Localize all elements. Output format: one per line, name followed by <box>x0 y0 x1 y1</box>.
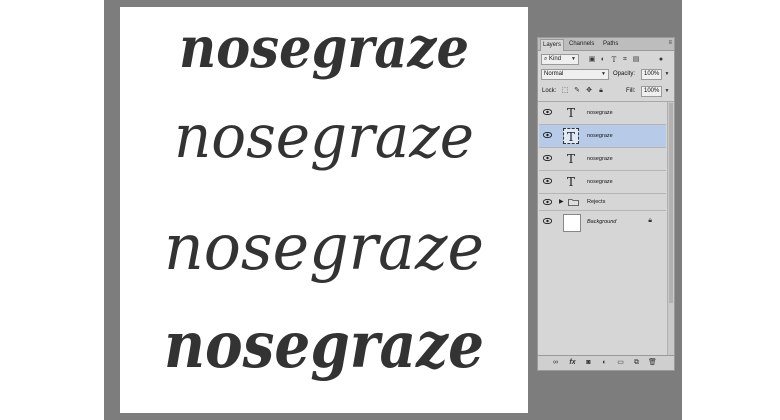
document-canvas[interactable]: nosegraze nosegraze nosegraze nosegraze <box>120 7 528 413</box>
panel-tabs: Layers Channels Paths ≡ <box>538 38 674 51</box>
text-layer-icon: T <box>566 152 575 166</box>
background-thumbnail <box>563 214 581 232</box>
smart-object-filter-icon[interactable]: ▤ <box>631 55 641 65</box>
text-layer-icon: T <box>566 175 575 189</box>
fill-dropdown-icon[interactable]: ▼ <box>662 86 672 96</box>
filter-row: ⌕ Kind ▼ ▣ ◐ T ⌗ ▤ ● <box>538 53 674 67</box>
blend-mode-value: Normal <box>544 71 564 77</box>
lock-row: Lock: ⬚ ✎ ✥ 🔒︎ Fill: 100% ▼ <box>538 85 674 99</box>
lock-position-icon[interactable]: ✥ <box>584 86 594 96</box>
layer-row[interactable]: T nosegraze <box>539 102 666 125</box>
layers-scrollbar[interactable] <box>667 102 674 356</box>
layer-name: Background <box>587 219 617 225</box>
new-layer-icon[interactable]: ⧉ <box>631 358 642 368</box>
opacity-input[interactable]: 100% <box>641 69 662 80</box>
canvas-artwork: nosegraze nosegraze nosegraze nosegraze <box>164 15 484 383</box>
opacity-label: Opacity: <box>613 71 636 77</box>
scrollbar-thumb[interactable] <box>669 103 673 303</box>
shape-filter-icon[interactable]: ⌗ <box>620 55 630 65</box>
type-filter-icon[interactable]: T <box>609 55 619 65</box>
tab-channels[interactable]: Channels <box>567 39 596 49</box>
adjustment-icon[interactable]: ◐ <box>599 358 610 368</box>
link-icon[interactable]: ∞ <box>550 358 561 368</box>
layers-list: T nosegraze T nosegraze T nosegraze T no… <box>539 102 667 262</box>
layer-name: nosegraze <box>587 156 613 162</box>
lock-pixels-icon[interactable]: ✎ <box>572 86 582 96</box>
canvas-word-2: nosegraze <box>174 102 474 172</box>
visibility-eye-icon[interactable] <box>543 218 552 224</box>
layer-name: nosegraze <box>587 110 613 116</box>
chevron-down-icon: ▼ <box>571 56 576 62</box>
text-layer-icon: T <box>563 128 579 144</box>
canvas-word-4: nosegraze <box>164 308 484 383</box>
folder-icon <box>568 199 579 206</box>
filter-toggle-icon[interactable]: ● <box>656 55 666 65</box>
layer-row-background[interactable]: Background 🔒︎ <box>539 211 666 235</box>
blend-mode-select[interactable]: Normal ▼ <box>541 69 609 80</box>
fill-input[interactable]: 100% <box>641 86 662 97</box>
layer-row[interactable]: T nosegraze <box>539 171 666 194</box>
fx-icon[interactable]: fx <box>567 358 578 368</box>
visibility-eye-icon[interactable] <box>543 178 552 184</box>
visibility-eye-icon[interactable] <box>543 199 552 205</box>
visibility-eye-icon[interactable] <box>543 132 552 138</box>
lock-label: Lock: <box>542 88 557 94</box>
adjustment-filter-icon[interactable]: ◐ <box>598 55 608 65</box>
mask-icon[interactable]: ◙ <box>583 358 594 368</box>
lock-icon: 🔒︎ <box>648 217 652 224</box>
expand-arrow-icon[interactable]: ▶ <box>559 197 564 207</box>
layer-name: nosegraze <box>587 179 613 185</box>
kind-label: Kind <box>549 56 562 62</box>
lock-all-icon[interactable]: 🔒︎ <box>596 86 606 96</box>
visibility-eye-icon[interactable] <box>543 155 552 161</box>
layer-group-row[interactable]: ▶ Rejects <box>539 194 666 211</box>
layer-row[interactable]: T nosegraze <box>539 148 666 171</box>
layers-panel: Layers Channels Paths ≡ ⌕ Kind ▼ ▣ ◐ T ⌗… <box>537 37 675 371</box>
fill-label: Fill: <box>626 88 636 94</box>
panel-menu-icon[interactable]: ≡ <box>668 40 672 46</box>
canvas-word-1: nosegraze <box>179 15 469 81</box>
blend-row: Normal ▼ Opacity: 100% ▼ <box>538 68 674 82</box>
lock-transparency-icon[interactable]: ⬚ <box>560 86 570 96</box>
pixel-filter-icon[interactable]: ▣ <box>587 55 597 65</box>
chevron-down-icon: ▼ <box>601 71 606 77</box>
panel-footer: ∞ fx ◙ ◐ ▭ ⧉ 🗑︎ <box>538 355 674 370</box>
kind-filter-select[interactable]: ⌕ Kind ▼ <box>541 54 579 65</box>
tab-paths[interactable]: Paths <box>601 39 620 49</box>
trash-icon[interactable]: 🗑︎ <box>647 358 658 368</box>
layer-name: nosegraze <box>587 133 613 139</box>
layer-name: Rejects <box>587 199 606 205</box>
folder-icon[interactable]: ▭ <box>615 358 626 368</box>
layer-row-selected[interactable]: T nosegraze <box>539 125 666 148</box>
canvas-word-3: nosegraze <box>164 211 484 285</box>
visibility-eye-icon[interactable] <box>543 109 552 115</box>
tab-layers[interactable]: Layers <box>540 39 565 51</box>
text-layer-icon: T <box>566 106 575 120</box>
opacity-dropdown-icon[interactable]: ▼ <box>662 69 672 79</box>
